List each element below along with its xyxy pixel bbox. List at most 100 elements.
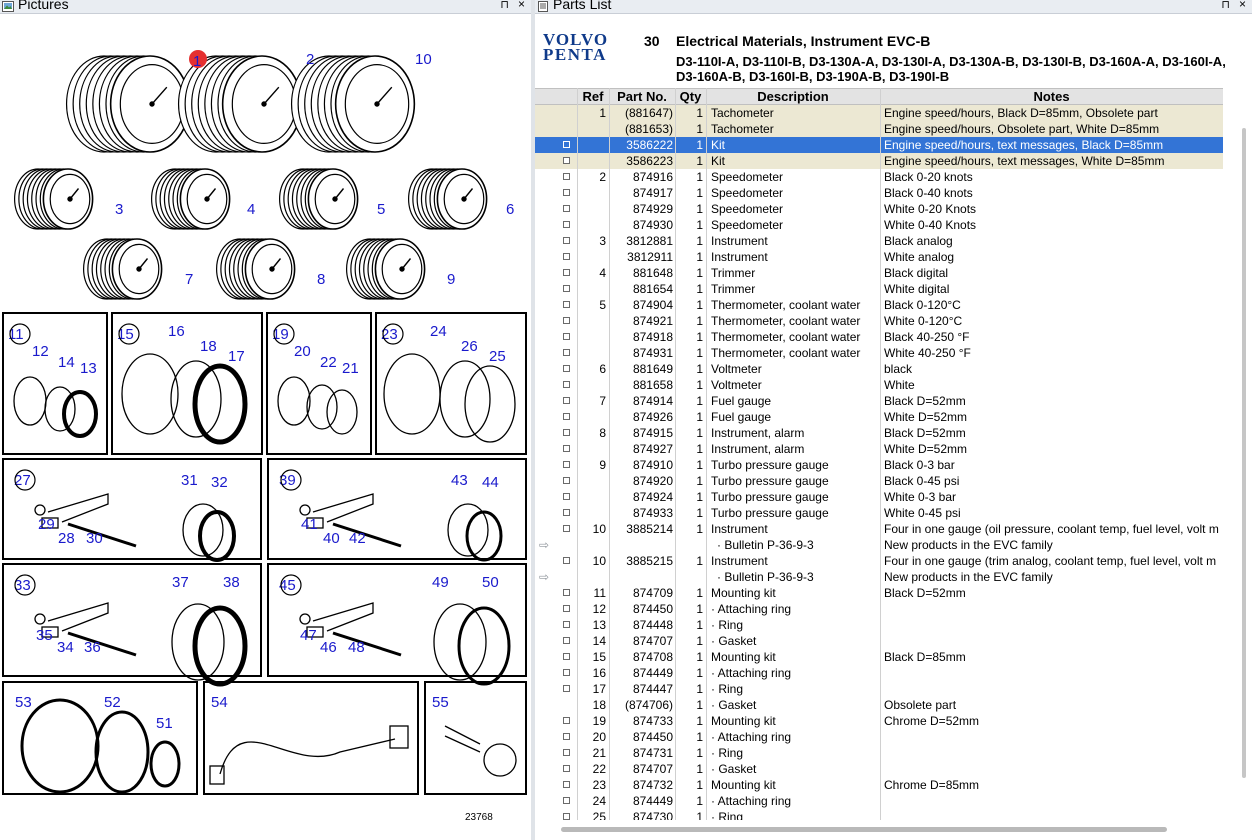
table-row[interactable]: 15 874708 1 Mounting kit Black D=85mm	[535, 649, 1223, 665]
checkbox-marker-icon[interactable]	[562, 493, 570, 501]
checkbox-marker-icon[interactable]	[562, 637, 570, 645]
checkbox-marker-icon[interactable]	[562, 157, 570, 165]
row-marker-icon[interactable]	[555, 489, 577, 505]
table-row[interactable]: 8 874915 1 Instrument, alarm Black D=52mm	[535, 425, 1223, 441]
checkbox-marker-icon[interactable]	[562, 765, 570, 773]
callout-label[interactable]: 2	[306, 51, 314, 68]
checkbox-marker-icon[interactable]	[562, 685, 570, 693]
callout-label[interactable]: 8	[317, 271, 325, 288]
row-marker-icon[interactable]	[555, 137, 577, 153]
row-marker-icon[interactable]	[555, 169, 577, 185]
callout-label[interactable]: 46	[320, 639, 337, 656]
callout-label[interactable]: 22	[320, 354, 337, 371]
row-marker-icon[interactable]	[555, 505, 577, 521]
callout-label[interactable]: 26	[461, 338, 478, 355]
callout-label[interactable]: 48	[348, 639, 365, 656]
checkbox-marker-icon[interactable]	[562, 605, 570, 613]
row-marker-icon[interactable]	[555, 601, 577, 617]
callout-label[interactable]: 16	[168, 323, 185, 340]
row-marker-icon[interactable]	[555, 649, 577, 665]
checkbox-marker-icon[interactable]	[562, 797, 570, 805]
table-row[interactable]: 9 874910 1 Turbo pressure gauge Black 0-3 ba…	[535, 457, 1223, 473]
checkbox-marker-icon[interactable]	[562, 301, 570, 309]
callout-label[interactable]: 13	[80, 360, 97, 377]
callout-label[interactable]: 10	[415, 51, 432, 68]
checkbox-marker-icon[interactable]	[562, 653, 570, 661]
row-marker-icon[interactable]	[555, 745, 577, 761]
callout-label[interactable]: 50	[482, 574, 499, 591]
callout-label[interactable]: 55	[432, 694, 449, 711]
row-marker-icon[interactable]	[555, 297, 577, 313]
row-marker-icon[interactable]	[555, 553, 577, 569]
row-marker-icon[interactable]	[555, 361, 577, 377]
row-marker-icon[interactable]	[555, 585, 577, 601]
column-header-part-no[interactable]: Part No.	[609, 89, 675, 104]
table-row[interactable]: 3586223 1 Kit Engine speed/hours, text mess…	[535, 153, 1223, 169]
callout-label[interactable]: 9	[447, 271, 455, 288]
horizontal-scrollbar[interactable]	[535, 820, 1235, 838]
table-row[interactable]: 4 881648 1 Trimmer Black digital	[535, 265, 1223, 281]
callout-label[interactable]: 1	[193, 53, 201, 70]
checkbox-marker-icon[interactable]	[562, 669, 570, 677]
checkbox-marker-icon[interactable]	[562, 317, 570, 325]
checkbox-marker-icon[interactable]	[562, 589, 570, 597]
arrow-right-icon[interactable]: ⇨	[535, 537, 559, 553]
callout-label[interactable]: 52	[104, 694, 121, 711]
pin-icon[interactable]: ⊓	[500, 0, 509, 11]
checkbox-marker-icon[interactable]	[562, 461, 570, 469]
callout-label[interactable]: 25	[489, 348, 506, 365]
table-row[interactable]: 881654 1 Trimmer White digital	[535, 281, 1223, 297]
row-marker-icon[interactable]	[555, 681, 577, 697]
row-marker-icon[interactable]	[555, 617, 577, 633]
table-row[interactable]: 6 881649 1 Voltmeter black	[535, 361, 1223, 377]
row-marker-icon[interactable]	[555, 233, 577, 249]
table-row[interactable]: 14 874707 1 · Gasket	[535, 633, 1223, 649]
table-row[interactable]: 874918 1 Thermometer, coolant water Black 4…	[535, 329, 1223, 345]
close-icon[interactable]: ×	[1239, 0, 1246, 11]
callout-label[interactable]: 35	[36, 627, 53, 644]
checkbox-marker-icon[interactable]	[562, 365, 570, 373]
table-row[interactable]: 874933 1 Turbo pressure gauge White 0-45 ps…	[535, 505, 1223, 521]
callout-label[interactable]: 30	[86, 530, 103, 547]
table-row[interactable]: 12 874450 1 · Attaching ring	[535, 601, 1223, 617]
checkbox-marker-icon[interactable]	[562, 221, 570, 229]
table-row[interactable]: 17 874447 1 · Ring	[535, 681, 1223, 697]
table-row[interactable]: 3586222 1 Kit Engine speed/hours, text mess…	[535, 137, 1223, 153]
row-marker-icon[interactable]	[555, 521, 577, 537]
row-marker-icon[interactable]	[555, 729, 577, 745]
checkbox-marker-icon[interactable]	[562, 429, 570, 437]
table-row[interactable]: 5 874904 1 Thermometer, coolant water Black …	[535, 297, 1223, 313]
checkbox-marker-icon[interactable]	[562, 621, 570, 629]
vertical-scroll-thumb[interactable]	[1242, 128, 1246, 778]
callout-label[interactable]: 24	[430, 323, 447, 340]
checkbox-marker-icon[interactable]	[562, 269, 570, 277]
row-marker-icon[interactable]	[555, 249, 577, 265]
callout-label[interactable]: 37	[172, 574, 189, 591]
checkbox-marker-icon[interactable]	[562, 525, 570, 533]
checkbox-marker-icon[interactable]	[562, 381, 570, 389]
table-row[interactable]: 24 874449 1 · Attaching ring	[535, 793, 1223, 809]
callout-label[interactable]: 54	[211, 694, 228, 711]
callout-label[interactable]: 18	[200, 338, 217, 355]
callout-label[interactable]: 38	[223, 574, 240, 591]
callout-label[interactable]: 42	[349, 530, 366, 547]
table-row[interactable]: 21 874731 1 · Ring	[535, 745, 1223, 761]
column-header-notes[interactable]: Notes	[880, 89, 1223, 104]
callout-label[interactable]: 21	[342, 360, 359, 377]
table-row[interactable]: 7 874914 1 Fuel gauge Black D=52mm	[535, 393, 1223, 409]
checkbox-marker-icon[interactable]	[562, 189, 570, 197]
table-row[interactable]: 881658 1 Voltmeter White	[535, 377, 1223, 393]
checkbox-marker-icon[interactable]	[562, 285, 570, 293]
callout-label[interactable]: 5	[377, 201, 385, 218]
table-row[interactable]: 10 3885215 1 Instrument Four in one gauge (t…	[535, 553, 1223, 569]
table-row[interactable]: ⇨ · Bulletin P-36-9-3 New products in the …	[535, 569, 1223, 585]
table-row[interactable]: 874931 1 Thermometer, coolant water White 4…	[535, 345, 1223, 361]
pin-icon[interactable]: ⊓	[1221, 0, 1230, 11]
checkbox-marker-icon[interactable]	[562, 237, 570, 245]
callout-label[interactable]: 47	[300, 627, 317, 644]
table-row[interactable]: 874920 1 Turbo pressure gauge Black 0-45 ps…	[535, 473, 1223, 489]
column-header-ref[interactable]: Ref	[577, 89, 609, 104]
table-row[interactable]: 874930 1 Speedometer White 0-40 Knots	[535, 217, 1223, 233]
table-row[interactable]: 16 874449 1 · Attaching ring	[535, 665, 1223, 681]
table-row[interactable]: 2 874916 1 Speedometer Black 0-20 knots	[535, 169, 1223, 185]
